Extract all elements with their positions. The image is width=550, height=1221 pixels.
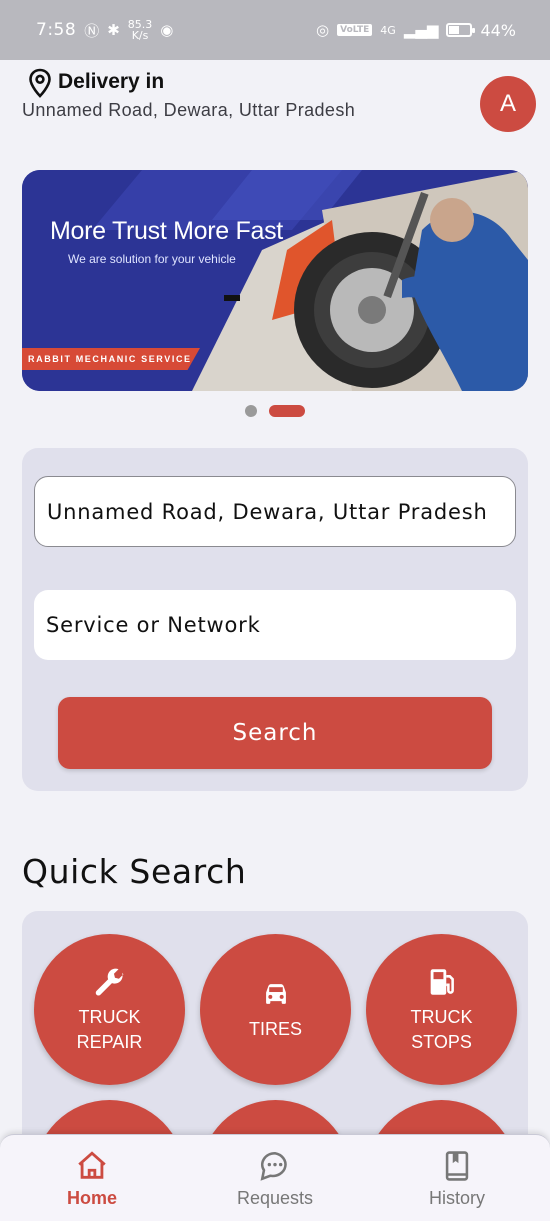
battery-percent: 44% (480, 20, 516, 40)
sync-icon: ◉ (160, 21, 174, 39)
home-icon (78, 1151, 106, 1179)
car-icon (265, 984, 286, 1004)
location-input[interactable]: Unnamed Road, Dewara, Uttar Pradesh (34, 476, 516, 547)
banner-tag: RABBIT MECHANIC SERVICE (22, 348, 200, 370)
speed-unit: K/s (131, 29, 149, 42)
banner-subtitle: We are solution for your vehicle (68, 252, 236, 266)
nav-home[interactable]: Home (22, 1149, 162, 1209)
battery-icon (446, 23, 476, 37)
nav-history[interactable]: History (387, 1149, 527, 1209)
service-input[interactable]: Service or Network (34, 590, 516, 660)
quick-search-label: TRUCK REPAIR (76, 1006, 143, 1052)
carousel-indicator[interactable] (245, 405, 305, 417)
location-pin-icon (29, 68, 51, 98)
delivery-label: Delivery in (58, 70, 165, 93)
book-icon (445, 1151, 469, 1181)
nav-label: Requests (236, 1188, 314, 1208)
promo-banner[interactable]: More Trust More Fast We are solution for… (22, 170, 528, 391)
status-bar: 7:58 Ⓝ ✱ 85.3 K/s ◉ ◎ VoLTE 4G ▂▄▆ 44% (0, 0, 550, 60)
search-button[interactable]: Search (58, 697, 492, 769)
battery-fill (449, 26, 460, 34)
carousel-dot-active[interactable] (269, 405, 305, 417)
network-type: 4G (380, 23, 396, 37)
nav-label: Home (66, 1188, 117, 1208)
quick-search-tires[interactable]: TIRES (200, 934, 351, 1085)
banner-title: More Trust More Fast (50, 217, 283, 245)
nav-label: History (428, 1188, 485, 1208)
bluetooth-icon: ✱ (107, 21, 120, 39)
fuel-pump-icon (430, 968, 454, 995)
quick-search-truck-stops[interactable]: TRUCK STOPS (366, 934, 517, 1085)
signal-icon: ▂▄▆ (403, 21, 439, 39)
bottom-navigation: Home Requests History (0, 1134, 550, 1221)
volte-badge: VoLTE (337, 24, 373, 36)
status-time: 7:58 (36, 20, 77, 40)
delivery-address[interactable]: Unnamed Road, Dewara, Uttar Pradesh (22, 100, 355, 121)
avatar[interactable]: A (480, 76, 536, 132)
search-card: Unnamed Road, Dewara, Uttar Pradesh Serv… (22, 448, 528, 791)
quick-search-label: TRUCK STOPS (410, 1006, 473, 1052)
network-speed: 85.3 K/s (128, 19, 153, 41)
hotspot-icon: ◎ (316, 21, 330, 39)
quick-search-label: TIRES (248, 1019, 302, 1039)
carousel-dot[interactable] (245, 405, 257, 417)
nfc-icon: Ⓝ (84, 21, 100, 40)
quick-search-truck-repair[interactable]: TRUCK REPAIR (34, 934, 185, 1085)
chat-bubble-icon (260, 1151, 287, 1181)
nav-requests[interactable]: Requests (205, 1149, 345, 1209)
quick-search-title: Quick Search (22, 852, 247, 891)
wrench-icon (95, 968, 123, 996)
